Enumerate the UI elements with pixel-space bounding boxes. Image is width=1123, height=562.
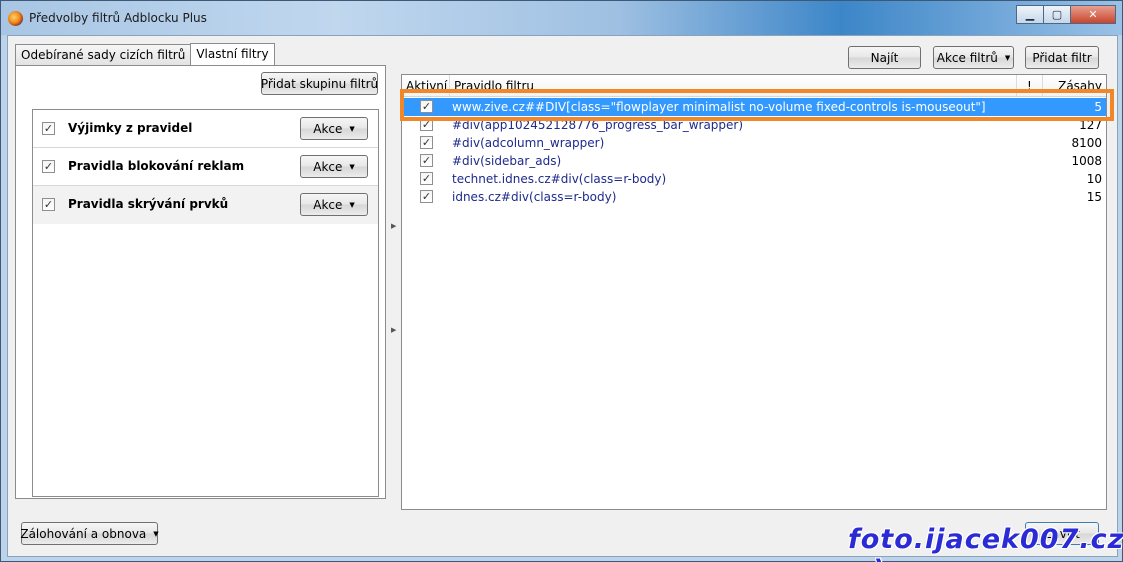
chevron-down-icon: ▼ xyxy=(153,529,159,538)
find-button[interactable]: Najít xyxy=(848,46,921,69)
group-label: Pravidla skrývání prvků xyxy=(68,197,229,211)
action-label: Akce xyxy=(313,121,343,136)
group-checkbox[interactable]: ✓ xyxy=(42,198,55,211)
add-group-button[interactable]: Přidat skupinu filtrů xyxy=(261,72,378,95)
column-divider xyxy=(1042,75,1043,97)
rule-checkbox[interactable]: ✓ xyxy=(420,172,433,185)
maximize-button[interactable]: ▢ xyxy=(1043,5,1071,24)
column-flag[interactable]: ! xyxy=(1027,79,1032,93)
rule-hits: 15 xyxy=(1086,190,1102,204)
minimize-button[interactable]: ▁ xyxy=(1016,5,1044,24)
group-label: Pravidla blokování reklam xyxy=(68,159,245,173)
window: Předvolby filtrů Adblocku Plus ▁ ▢ ✕ Ode… xyxy=(0,0,1123,562)
title-bar[interactable]: Předvolby filtrů Adblocku Plus ▁ ▢ ✕ xyxy=(1,1,1122,35)
table-header: Aktivní Pravidlo filtru ! Zásahy xyxy=(402,75,1106,97)
window-controls: ▁ ▢ ✕ xyxy=(1016,5,1116,24)
rule-checkbox[interactable]: ✓ xyxy=(420,136,433,149)
rule-hits: 1008 xyxy=(1071,154,1102,168)
table-row[interactable]: ✓ #div(adcolumn_wrapper) 8100 xyxy=(402,134,1106,152)
rule-text: technet.idnes.cz#div(class=r-body) xyxy=(452,172,667,186)
rule-text: www.zive.cz##DIV[class="flowplayer minim… xyxy=(452,100,986,114)
group-action-button[interactable]: Akce ▼ xyxy=(300,193,368,216)
rule-hits: 5 xyxy=(1094,100,1102,114)
rule-hits: 127 xyxy=(1079,118,1102,132)
column-rule[interactable]: Pravidlo filtru xyxy=(454,79,534,93)
backup-restore-button[interactable]: Zálohování a obnova ▼ xyxy=(20,522,159,545)
rule-text: idnes.cz#div(class=r-body) xyxy=(452,190,617,204)
group-row-blocking[interactable]: ✓ Pravidla blokování reklam Akce ▼ xyxy=(33,148,378,186)
column-divider xyxy=(449,75,450,97)
group-list: ✓ Výjimky z pravidel Akce ▼ ✓ Pravidla bl… xyxy=(32,109,379,497)
filter-actions-label: Akce filtrů xyxy=(936,50,998,65)
rule-checkbox[interactable]: ✓ xyxy=(420,118,433,131)
group-action-button[interactable]: Akce ▼ xyxy=(300,117,368,140)
table-row[interactable]: ✓ #div(sidebar_ads) 1008 xyxy=(402,152,1106,170)
group-label: Výjimky z pravidel xyxy=(68,121,193,135)
tab-strip: Odebírané sady cizích filtrů Vlastní fil… xyxy=(15,43,275,67)
filter-actions-button[interactable]: Akce filtrů ▼ xyxy=(933,46,1014,69)
rule-text: #div(app102452128776_progress_bar_wrappe… xyxy=(452,118,744,132)
rule-text: #div(adcolumn_wrapper) xyxy=(452,136,605,150)
column-active[interactable]: Aktivní xyxy=(406,79,447,93)
group-row-hiding[interactable]: ✓ Pravidla skrývání prvků Akce ▼ xyxy=(33,186,378,224)
rule-text: #div(sidebar_ads) xyxy=(452,154,562,168)
watermark: foto.ijacek007.cz :-) xyxy=(848,524,1123,562)
add-filter-button[interactable]: Přidat filtr xyxy=(1025,46,1099,69)
rule-checkbox[interactable]: ✓ xyxy=(420,154,433,167)
table-row[interactable]: ✓ #div(app102452128776_progress_bar_wrap… xyxy=(402,116,1106,134)
column-divider xyxy=(1016,75,1017,97)
filter-rules-table: Aktivní Pravidlo filtru ! Zásahy ✓ www.z… xyxy=(401,74,1107,510)
action-label: Akce xyxy=(313,159,343,174)
panel-splitter[interactable]: ▶ ▶ xyxy=(389,76,399,506)
rule-checkbox[interactable]: ✓ xyxy=(420,100,433,113)
firefox-icon xyxy=(8,11,23,26)
group-action-button[interactable]: Akce ▼ xyxy=(300,155,368,178)
chevron-down-icon: ▼ xyxy=(1004,53,1011,62)
table-row[interactable]: ✓ technet.idnes.cz#div(class=r-body) 10 xyxy=(402,170,1106,188)
column-hits[interactable]: Zásahy xyxy=(1058,79,1102,93)
close-window-button[interactable]: ✕ xyxy=(1070,5,1116,24)
chevron-down-icon: ▼ xyxy=(349,200,355,209)
chevron-right-icon: ▶ xyxy=(391,326,397,334)
group-checkbox[interactable]: ✓ xyxy=(42,160,55,173)
chevron-down-icon: ▼ xyxy=(349,124,355,133)
backup-restore-label: Zálohování a obnova xyxy=(20,526,147,541)
window-title: Předvolby filtrů Adblocku Plus xyxy=(29,11,207,25)
tab-subscriptions[interactable]: Odebírané sady cizích filtrů xyxy=(15,44,192,66)
chevron-down-icon: ▼ xyxy=(349,162,355,171)
table-row[interactable]: ✓ www.zive.cz##DIV[class="flowplayer min… xyxy=(402,98,1106,116)
group-checkbox[interactable]: ✓ xyxy=(42,122,55,135)
filter-groups-panel: Přidat skupinu filtrů ✓ Výjimky z pravid… xyxy=(15,65,386,499)
table-row[interactable]: ✓ idnes.cz#div(class=r-body) 15 xyxy=(402,188,1106,206)
group-row-exceptions[interactable]: ✓ Výjimky z pravidel Akce ▼ xyxy=(33,110,378,148)
action-label: Akce xyxy=(313,197,343,212)
chevron-right-icon: ▶ xyxy=(391,222,397,230)
rule-checkbox[interactable]: ✓ xyxy=(420,190,433,203)
tab-custom-filters[interactable]: Vlastní filtry xyxy=(190,43,275,66)
dialog-body: Odebírané sady cizích filtrů Vlastní fil… xyxy=(7,35,1118,557)
rule-hits: 8100 xyxy=(1071,136,1102,150)
rule-hits: 10 xyxy=(1086,172,1102,186)
